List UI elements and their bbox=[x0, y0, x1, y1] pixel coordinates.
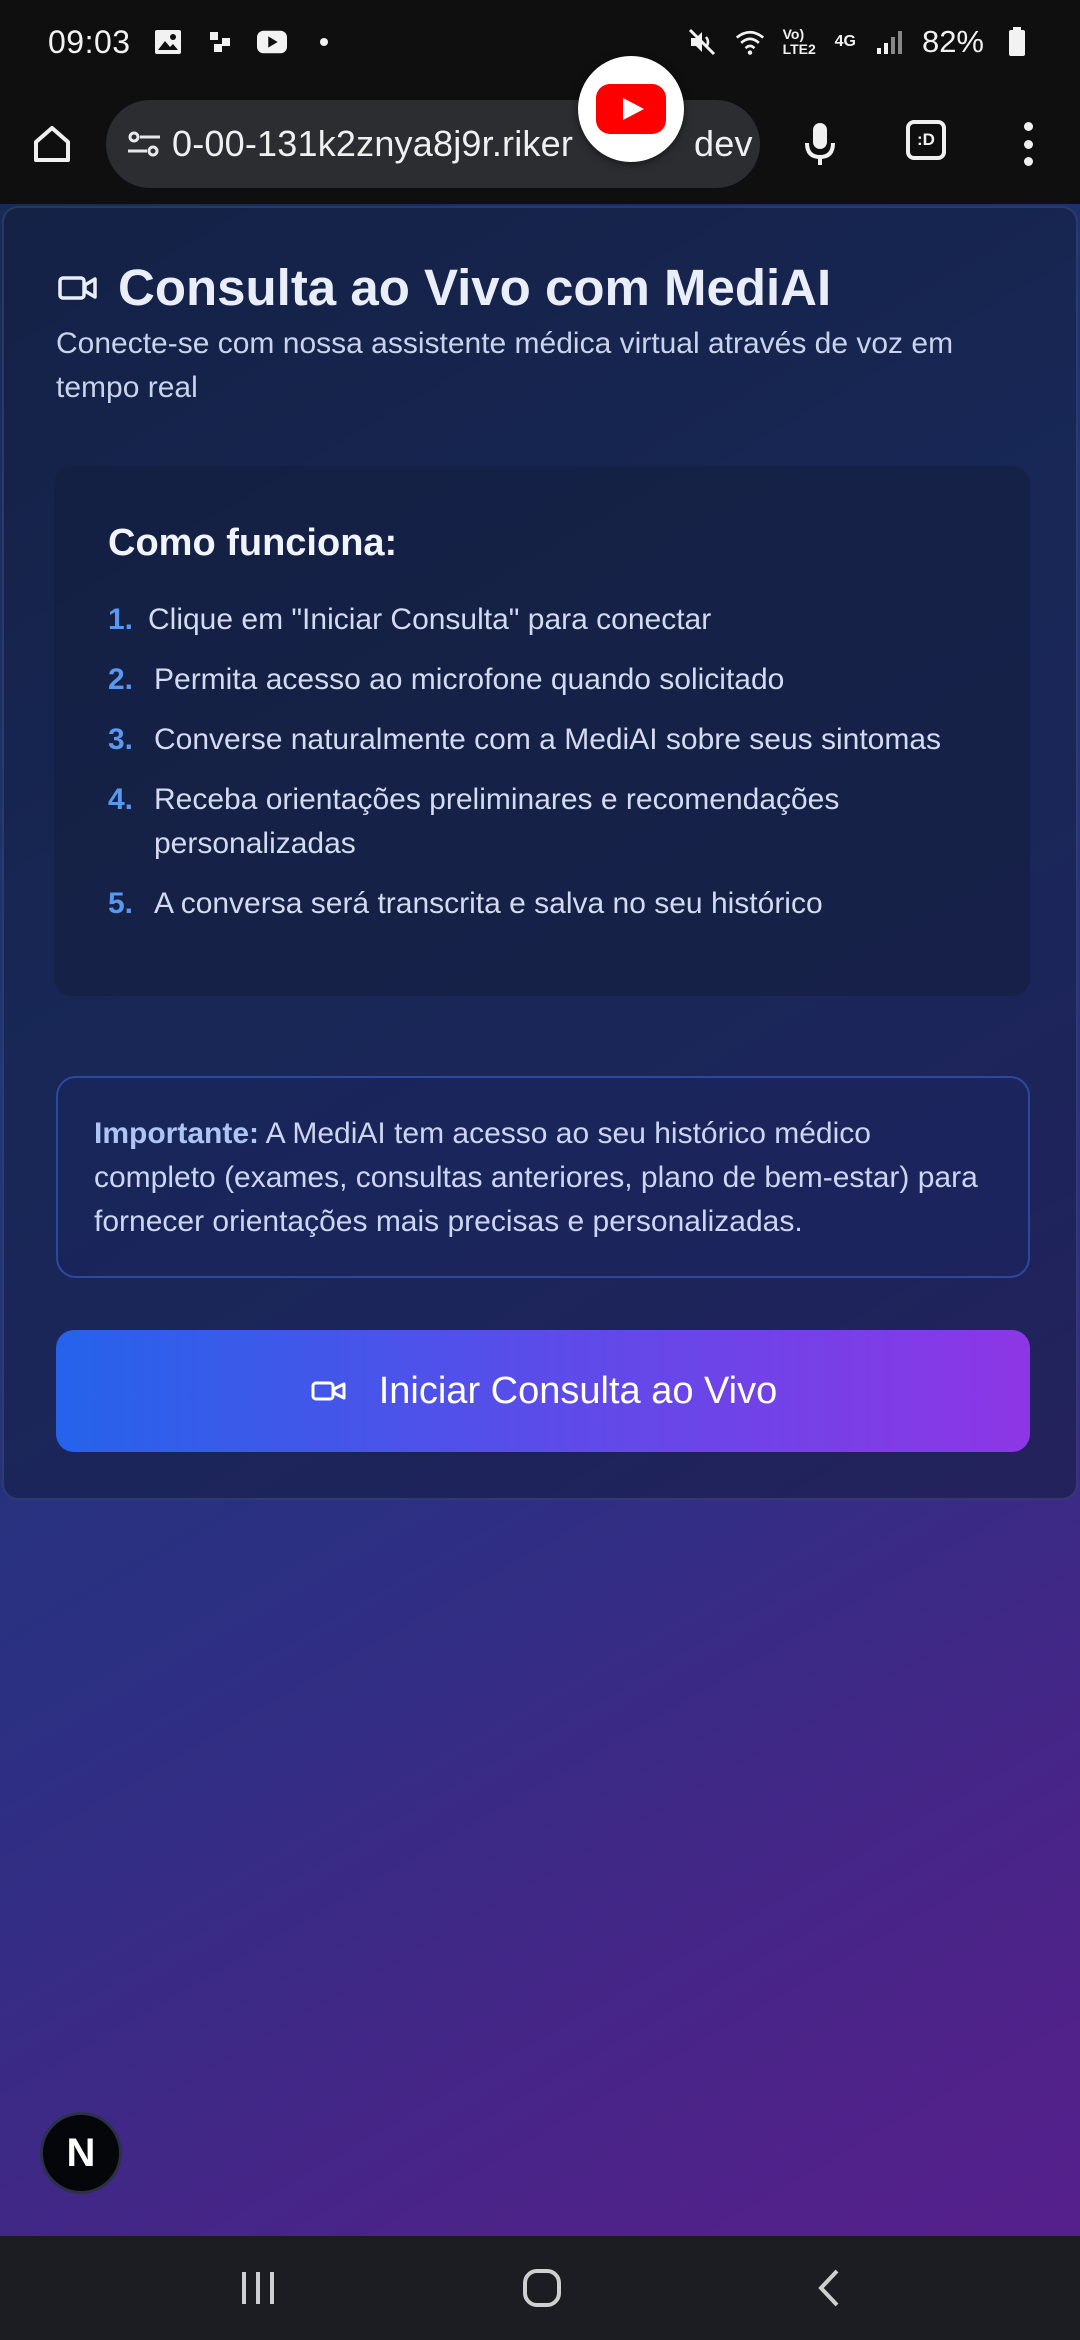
home-nav-button[interactable] bbox=[512, 2260, 572, 2316]
wifi-icon bbox=[735, 27, 765, 57]
page-content: Consulta ao Vivo com MediAI Conecte-se c… bbox=[0, 204, 1080, 2236]
back-chevron-icon bbox=[818, 2269, 839, 2307]
step-text: Converse naturalmente com a MediAI sobre… bbox=[154, 723, 942, 756]
mute-icon bbox=[687, 27, 717, 57]
important-label: Importante: bbox=[94, 1117, 259, 1150]
battery-icon bbox=[1002, 27, 1032, 57]
step-item: 2. Permita acesso ao microfone quando so… bbox=[108, 658, 988, 702]
step-item: 3. Converse naturalmente com a MediAI so… bbox=[108, 718, 988, 762]
url-tail: dev bbox=[694, 123, 753, 164]
step-number: 2. bbox=[108, 663, 134, 696]
image-icon bbox=[153, 27, 183, 57]
more-vert-dot bbox=[1023, 156, 1033, 166]
url-text: 0-00-131k2znya8j9r.riker bbox=[172, 123, 574, 164]
consultation-card: Consulta ao Vivo com MediAI Conecte-se c… bbox=[2, 206, 1078, 1500]
browser-toolbar: 0-00-131k2znya8j9r.riker dev :D bbox=[0, 56, 1080, 204]
microphone-icon bbox=[805, 123, 835, 165]
step-item: 1. Clique em "Iniciar Consulta" para con… bbox=[108, 598, 988, 642]
tabs-count: :D bbox=[906, 120, 946, 160]
nextjs-dev-badge[interactable]: N bbox=[40, 2112, 122, 2194]
home-icon bbox=[34, 126, 70, 162]
how-it-works-panel: Como funciona: 1. Clique em "Iniciar Con… bbox=[54, 466, 1030, 996]
step-number: 1. bbox=[108, 603, 134, 636]
step-text: A conversa será transcrita e salva no se… bbox=[154, 887, 823, 920]
battery-percentage: 82% bbox=[921, 24, 984, 59]
more-vert-dot bbox=[1023, 139, 1033, 149]
video-camera-icon bbox=[56, 266, 100, 310]
voice-search-button[interactable] bbox=[790, 114, 850, 174]
recent-apps-button[interactable] bbox=[228, 2260, 288, 2316]
signal-icon bbox=[874, 27, 904, 57]
how-it-works-title: Como funciona: bbox=[108, 522, 398, 564]
step-number: 5. bbox=[108, 887, 134, 920]
step-item: 5. A conversa será transcrita e salva no… bbox=[108, 882, 988, 926]
status-bar: 09:03 Vo) LTE2 4G 82% bbox=[0, 0, 1080, 84]
home-button[interactable] bbox=[22, 114, 82, 174]
4g-icon: 4G bbox=[834, 33, 856, 50]
youtube-bubble[interactable] bbox=[578, 56, 684, 162]
step-item: 4. Receba orientações preliminares e rec… bbox=[108, 778, 988, 866]
status-time: 09:03 bbox=[48, 23, 131, 60]
recent-apps-icon bbox=[242, 2272, 274, 2304]
card-header: Consulta ao Vivo com MediAI bbox=[56, 258, 831, 317]
steps-list: 1. Clique em "Iniciar Consulta" para con… bbox=[108, 598, 988, 942]
pinwheel-icon bbox=[205, 27, 235, 57]
step-number: 3. bbox=[108, 723, 134, 756]
site-settings-icon[interactable] bbox=[122, 122, 166, 166]
back-button[interactable] bbox=[798, 2260, 858, 2316]
more-menu-button[interactable] bbox=[1010, 114, 1046, 174]
step-text: Clique em "Iniciar Consulta" para conect… bbox=[148, 603, 712, 636]
start-button-label: Iniciar Consulta ao Vivo bbox=[378, 1369, 778, 1412]
youtube-icon bbox=[256, 27, 287, 57]
step-text: Permita acesso ao microfone quando solic… bbox=[154, 663, 785, 696]
volte-icon: Vo) LTE2 bbox=[782, 26, 816, 57]
step-text: Receba orientações preliminares e recome… bbox=[154, 783, 840, 860]
home-circle-icon bbox=[523, 2269, 561, 2307]
video-camera-icon bbox=[309, 1371, 349, 1411]
system-navigation-bar bbox=[0, 2236, 1080, 2340]
tabs-button[interactable]: :D bbox=[896, 110, 956, 170]
youtube-play-icon bbox=[596, 84, 666, 134]
page-subtitle: Conecte-se com nossa assistente médica v… bbox=[56, 327, 954, 404]
important-notice: Importante: A MediAI tem acesso ao seu h… bbox=[56, 1076, 1030, 1278]
start-live-consultation-button[interactable]: Iniciar Consulta ao Vivo bbox=[56, 1330, 1030, 1452]
more-vert-icon bbox=[1023, 122, 1033, 132]
dot-icon bbox=[309, 27, 339, 57]
page-title: Consulta ao Vivo com MediAI bbox=[118, 259, 832, 316]
step-number: 4. bbox=[108, 783, 134, 816]
